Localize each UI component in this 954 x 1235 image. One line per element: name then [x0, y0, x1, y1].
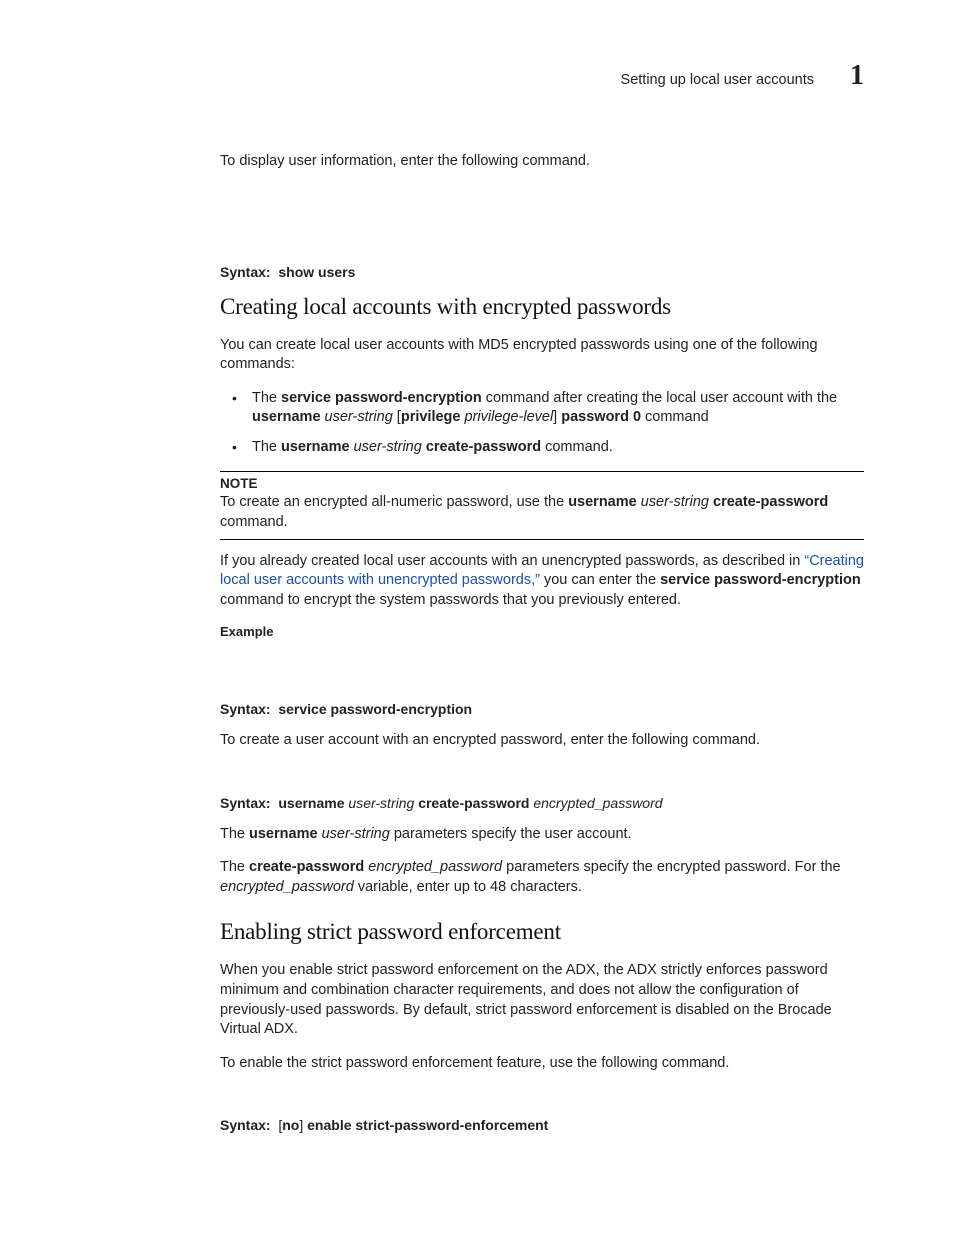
example-label: Example	[220, 624, 864, 639]
spacer	[220, 653, 864, 701]
header-section-title: Setting up local user accounts	[621, 72, 814, 88]
sec1-p2: If you already created local user accoun…	[220, 552, 864, 611]
spacer	[220, 765, 864, 795]
syntax-strict-enforcement: Syntax: [no] enable strict-password-enfo…	[220, 1117, 864, 1133]
sec1-p5: The create-password encrypted_password p…	[220, 858, 864, 897]
syntax-show-users: Syntax: show users	[220, 264, 864, 280]
sec1-p4: The username user-string parameters spec…	[220, 825, 864, 845]
intro-paragraph: To display user information, enter the f…	[220, 152, 864, 172]
syntax-label: Syntax:	[220, 264, 271, 280]
syntax-service-pwd: Syntax: service password-encryption	[220, 701, 864, 717]
sec2-p1: When you enable strict password enforcem…	[220, 961, 864, 1039]
list-item: The service password-encryption command …	[220, 389, 864, 428]
sec1-intro: You can create local user accounts with …	[220, 336, 864, 375]
section-heading-encrypted: Creating local accounts with encrypted p…	[220, 294, 864, 320]
section-heading-strict: Enabling strict password enforcement	[220, 919, 864, 945]
chapter-number: 1	[850, 60, 864, 92]
spacer	[220, 186, 864, 264]
command-list: The service password-encryption command …	[220, 389, 864, 458]
page-header: Setting up local user accounts 1	[220, 60, 864, 92]
sec1-p3: To create a user account with an encrypt…	[220, 731, 864, 751]
note-label: NOTE	[220, 476, 864, 491]
sec2-p2: To enable the strict password enforcemen…	[220, 1054, 864, 1074]
note-text: To create an encrypted all-numeric passw…	[220, 493, 864, 532]
syntax-username-create: Syntax: username user-string create-pass…	[220, 795, 864, 811]
spacer	[220, 1087, 864, 1117]
document-page: Setting up local user accounts 1 To disp…	[0, 0, 954, 1227]
list-item: The username user-string create-password…	[220, 438, 864, 458]
syntax-command: show users	[278, 264, 355, 280]
note-block: NOTE To create an encrypted all-numeric …	[220, 471, 864, 539]
